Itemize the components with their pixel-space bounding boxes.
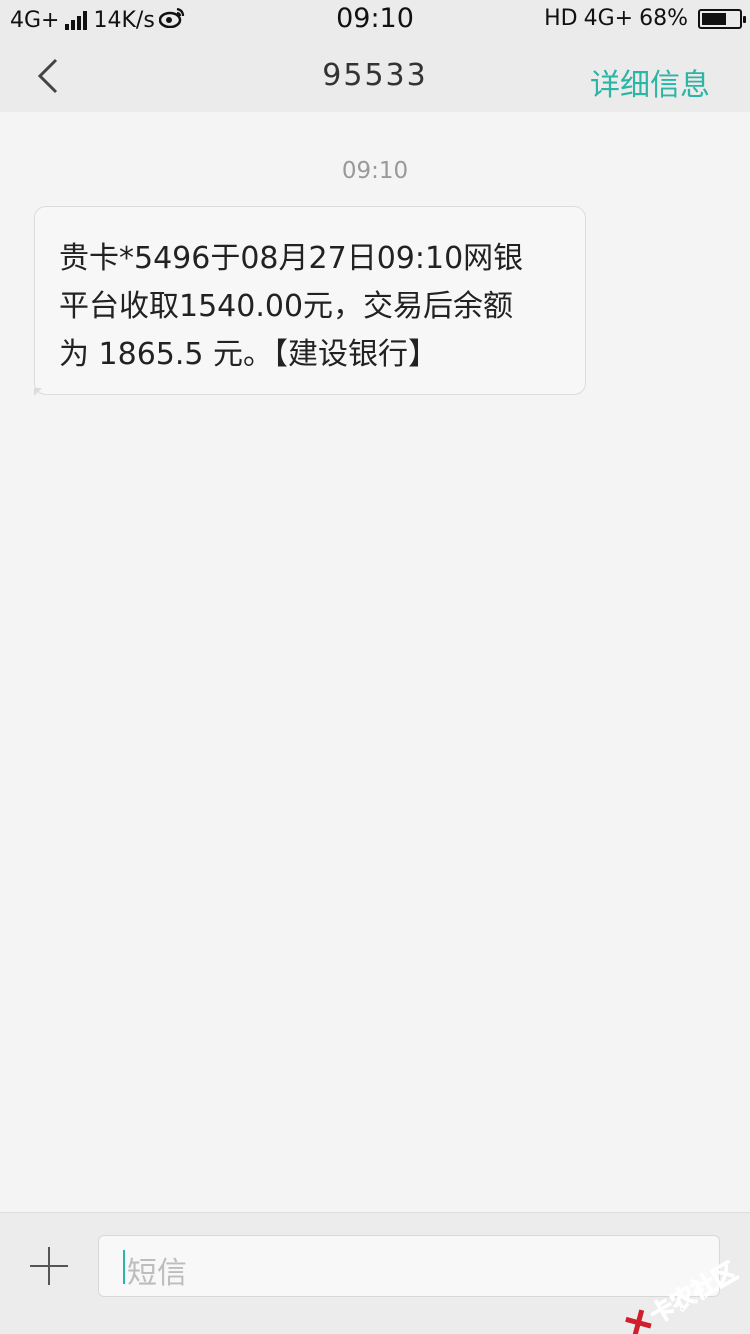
network-type-right: 4G+: [583, 6, 634, 31]
message-composer: 短信 卡农社区: [0, 1212, 750, 1334]
message-line-1: 贵卡*5496于08月27日09:10网银: [59, 241, 524, 276]
details-button[interactable]: 详细信息: [590, 60, 710, 104]
bubble-tail: [34, 388, 42, 396]
sms-conversation-screen: 4G+ 14K/s 09:10 HD 4G+ 68% 95533 详细信息 09…: [0, 0, 750, 1334]
plus-icon[interactable]: [30, 1247, 68, 1285]
conversation-header: 95533 详细信息: [0, 40, 750, 112]
status-right: HD 4G+ 68%: [544, 6, 746, 31]
sms-input[interactable]: 短信: [98, 1235, 720, 1297]
input-placeholder: 短信: [127, 1256, 187, 1291]
battery-icon: [698, 8, 746, 29]
message-line-2: 平台收取1540.00元，交易后余额: [59, 289, 514, 324]
message-line-3: 为 1865.5 元。【建设银行】: [59, 337, 439, 372]
status-bar: 4G+ 14K/s 09:10 HD 4G+ 68%: [0, 0, 750, 40]
message-bubble[interactable]: 贵卡*5496于08月27日09:10网银 平台收取1540.00元，交易后余额…: [34, 206, 586, 395]
battery-percent: 68%: [639, 6, 688, 31]
hd-indicator: HD: [544, 6, 578, 31]
text-caret: [123, 1250, 125, 1284]
message-timestamp: 09:10: [341, 158, 409, 184]
